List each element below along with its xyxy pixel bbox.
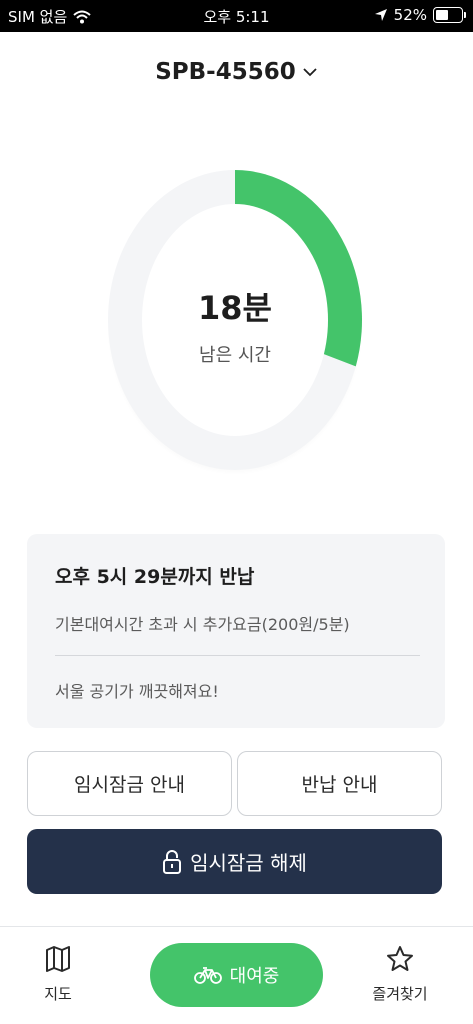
nav-renting-label: 대여중 xyxy=(229,966,280,987)
return-deadline: 오후 5시 29분까지 반납 xyxy=(55,566,255,588)
nav-map-label: 지도 xyxy=(44,985,72,1003)
battery-icon xyxy=(433,7,466,23)
location-arrow-icon xyxy=(374,9,387,21)
rental-info-card: 오후 5시 29분까지 반납 기본대여시간 초과 시 추가요금(200원/5분)… xyxy=(27,534,445,728)
bicycle-icon xyxy=(193,967,222,984)
remaining-label: 남은 시간 xyxy=(199,345,271,366)
bottom-nav: 지도 대여중 즐겨찾기 xyxy=(0,926,473,1024)
eco-message: 서울 공기가 깨끗해져요! xyxy=(55,682,219,701)
padlock-icon xyxy=(163,849,182,874)
timer-readout: 18분 남은 시간 xyxy=(100,283,370,367)
unlock-label: 임시잠금 해제 xyxy=(190,851,307,875)
chevron-down-icon xyxy=(303,68,317,77)
return-guide-button[interactable]: 반납 안내 xyxy=(237,751,442,816)
status-right: 52% xyxy=(374,6,466,24)
nav-favorites[interactable]: 즐겨찾기 xyxy=(360,945,440,1004)
map-icon xyxy=(46,946,70,972)
battery-percent: 52% xyxy=(393,6,427,24)
star-icon xyxy=(387,946,413,971)
nav-map[interactable]: 지도 xyxy=(18,945,98,1004)
unlock-temp-lock-button[interactable]: 임시잠금 해제 xyxy=(27,829,442,894)
status-bar: SIM 없음 오후 5:11 52% xyxy=(0,0,473,32)
timer-ring: 18분 남은 시간 xyxy=(100,165,370,485)
remaining-minutes: 18분 xyxy=(198,289,272,327)
card-divider xyxy=(55,655,420,656)
temp-lock-guide-button[interactable]: 임시잠금 안내 xyxy=(27,751,232,816)
guide-buttons: 임시잠금 안내 반납 안내 xyxy=(27,751,442,816)
overtime-fee-notice: 기본대여시간 초과 시 추가요금(200원/5분) xyxy=(55,615,350,634)
nav-renting[interactable]: 대여중 xyxy=(150,943,323,1007)
nav-favorites-label: 즐겨찾기 xyxy=(372,985,428,1003)
battery-level xyxy=(436,10,448,20)
bike-selector[interactable]: SPB-45560 xyxy=(0,52,473,92)
bike-id: SPB-45560 xyxy=(155,59,296,85)
